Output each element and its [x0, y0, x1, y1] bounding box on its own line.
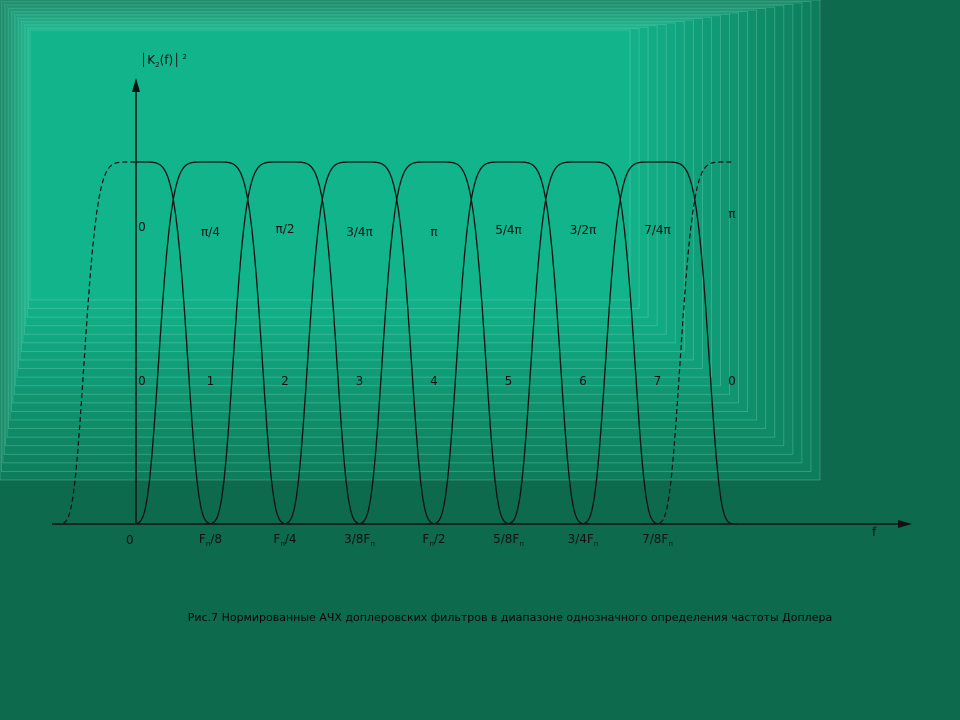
x-tick-main: 3/8F	[344, 532, 370, 546]
x-tick-sub: п	[519, 540, 524, 548]
filter-phase-label: 7/4π	[644, 223, 671, 237]
figure-caption: Рис.7 Нормированные АЧХ доплеровских фил…	[187, 611, 833, 624]
filter-index-label: 2	[281, 374, 289, 388]
filter-index-label: 0	[728, 374, 736, 388]
filter-curve-2	[204, 161, 366, 525]
x-tick-sub: п	[370, 540, 375, 548]
filter-curve-1	[130, 161, 291, 525]
y-axis-label-abs-left: │	[140, 52, 147, 67]
x-tick-main: 5/8F	[493, 532, 519, 546]
filter-phase-label: 3/4π	[346, 225, 373, 239]
x-tick-label: Fп/2	[422, 532, 445, 548]
x-tick-rest: /8	[210, 532, 222, 546]
x-tick-label: Fп/4	[273, 532, 296, 548]
x-axis-label: f	[872, 525, 877, 539]
filter-phase-label: 3/2π	[570, 223, 597, 237]
x-tick-sub: п	[594, 540, 599, 548]
origin-label: 0	[126, 533, 134, 547]
y-axis-label-power: 2	[182, 53, 186, 61]
filter-curve-0-dashed	[55, 161, 136, 525]
filter-curve-3	[279, 161, 440, 525]
filter-index-label: 6	[579, 374, 587, 388]
x-tick-label: 3/8Fп	[344, 532, 375, 548]
y-axis-label-rest: (f)	[160, 53, 174, 67]
x-tick-main: 7/8F	[642, 532, 668, 546]
filter-curve-0	[136, 161, 217, 525]
filter-index-label: 3	[356, 374, 364, 388]
x-tick-label: 3/4Fп	[568, 532, 599, 548]
filter-curve-4	[353, 161, 515, 525]
x-tick-label: 7/8Fп	[642, 532, 673, 548]
filter-index-label: 5	[505, 374, 513, 388]
filter-curve-0-mirror	[651, 161, 732, 525]
filter-phase-label: 5/4π	[495, 223, 522, 237]
filter-index-label: 7	[654, 374, 662, 388]
filter-index-label: 1	[207, 374, 215, 388]
x-axis-arrow	[898, 520, 912, 528]
y-axis-label-abs-right: │	[173, 52, 180, 67]
filter-index-label: 0	[138, 374, 146, 388]
x-tick-rest: /2	[434, 532, 446, 546]
y-axis-arrow	[132, 78, 140, 92]
filter-curve-5	[428, 161, 589, 525]
filter-phase-label: π	[728, 207, 735, 221]
x-tick-rest: /4	[285, 532, 297, 546]
filter-phase-label: π/4	[201, 225, 220, 239]
filter-phase-label: π/2	[276, 222, 295, 236]
x-tick-main: 3/4F	[568, 532, 594, 546]
filter-index-label: 4	[430, 374, 438, 388]
slide: │K2(f)│ 2 f 0 0 0 π/4 1 π/2 2 3/4π 3 π 4 5/4π 5 3/2π 6…	[0, 0, 960, 720]
filter-phase-label: 0	[138, 220, 146, 234]
x-tick-label: 5/8Fп	[493, 532, 524, 548]
filter-curve-6	[502, 161, 664, 525]
filter-phase-label: π	[430, 225, 437, 239]
filter-curve-7	[577, 161, 738, 525]
chart-labels: │K2(f)│ 2 f 0 00π/41π/223/4π3π45/4π53/2π6…	[126, 52, 877, 548]
filter-curves	[55, 161, 738, 525]
y-axis-label: │K2(f)│ 2	[140, 52, 187, 69]
x-tick-sub: п	[668, 540, 673, 548]
x-tick-label: Fп/8	[199, 532, 222, 548]
